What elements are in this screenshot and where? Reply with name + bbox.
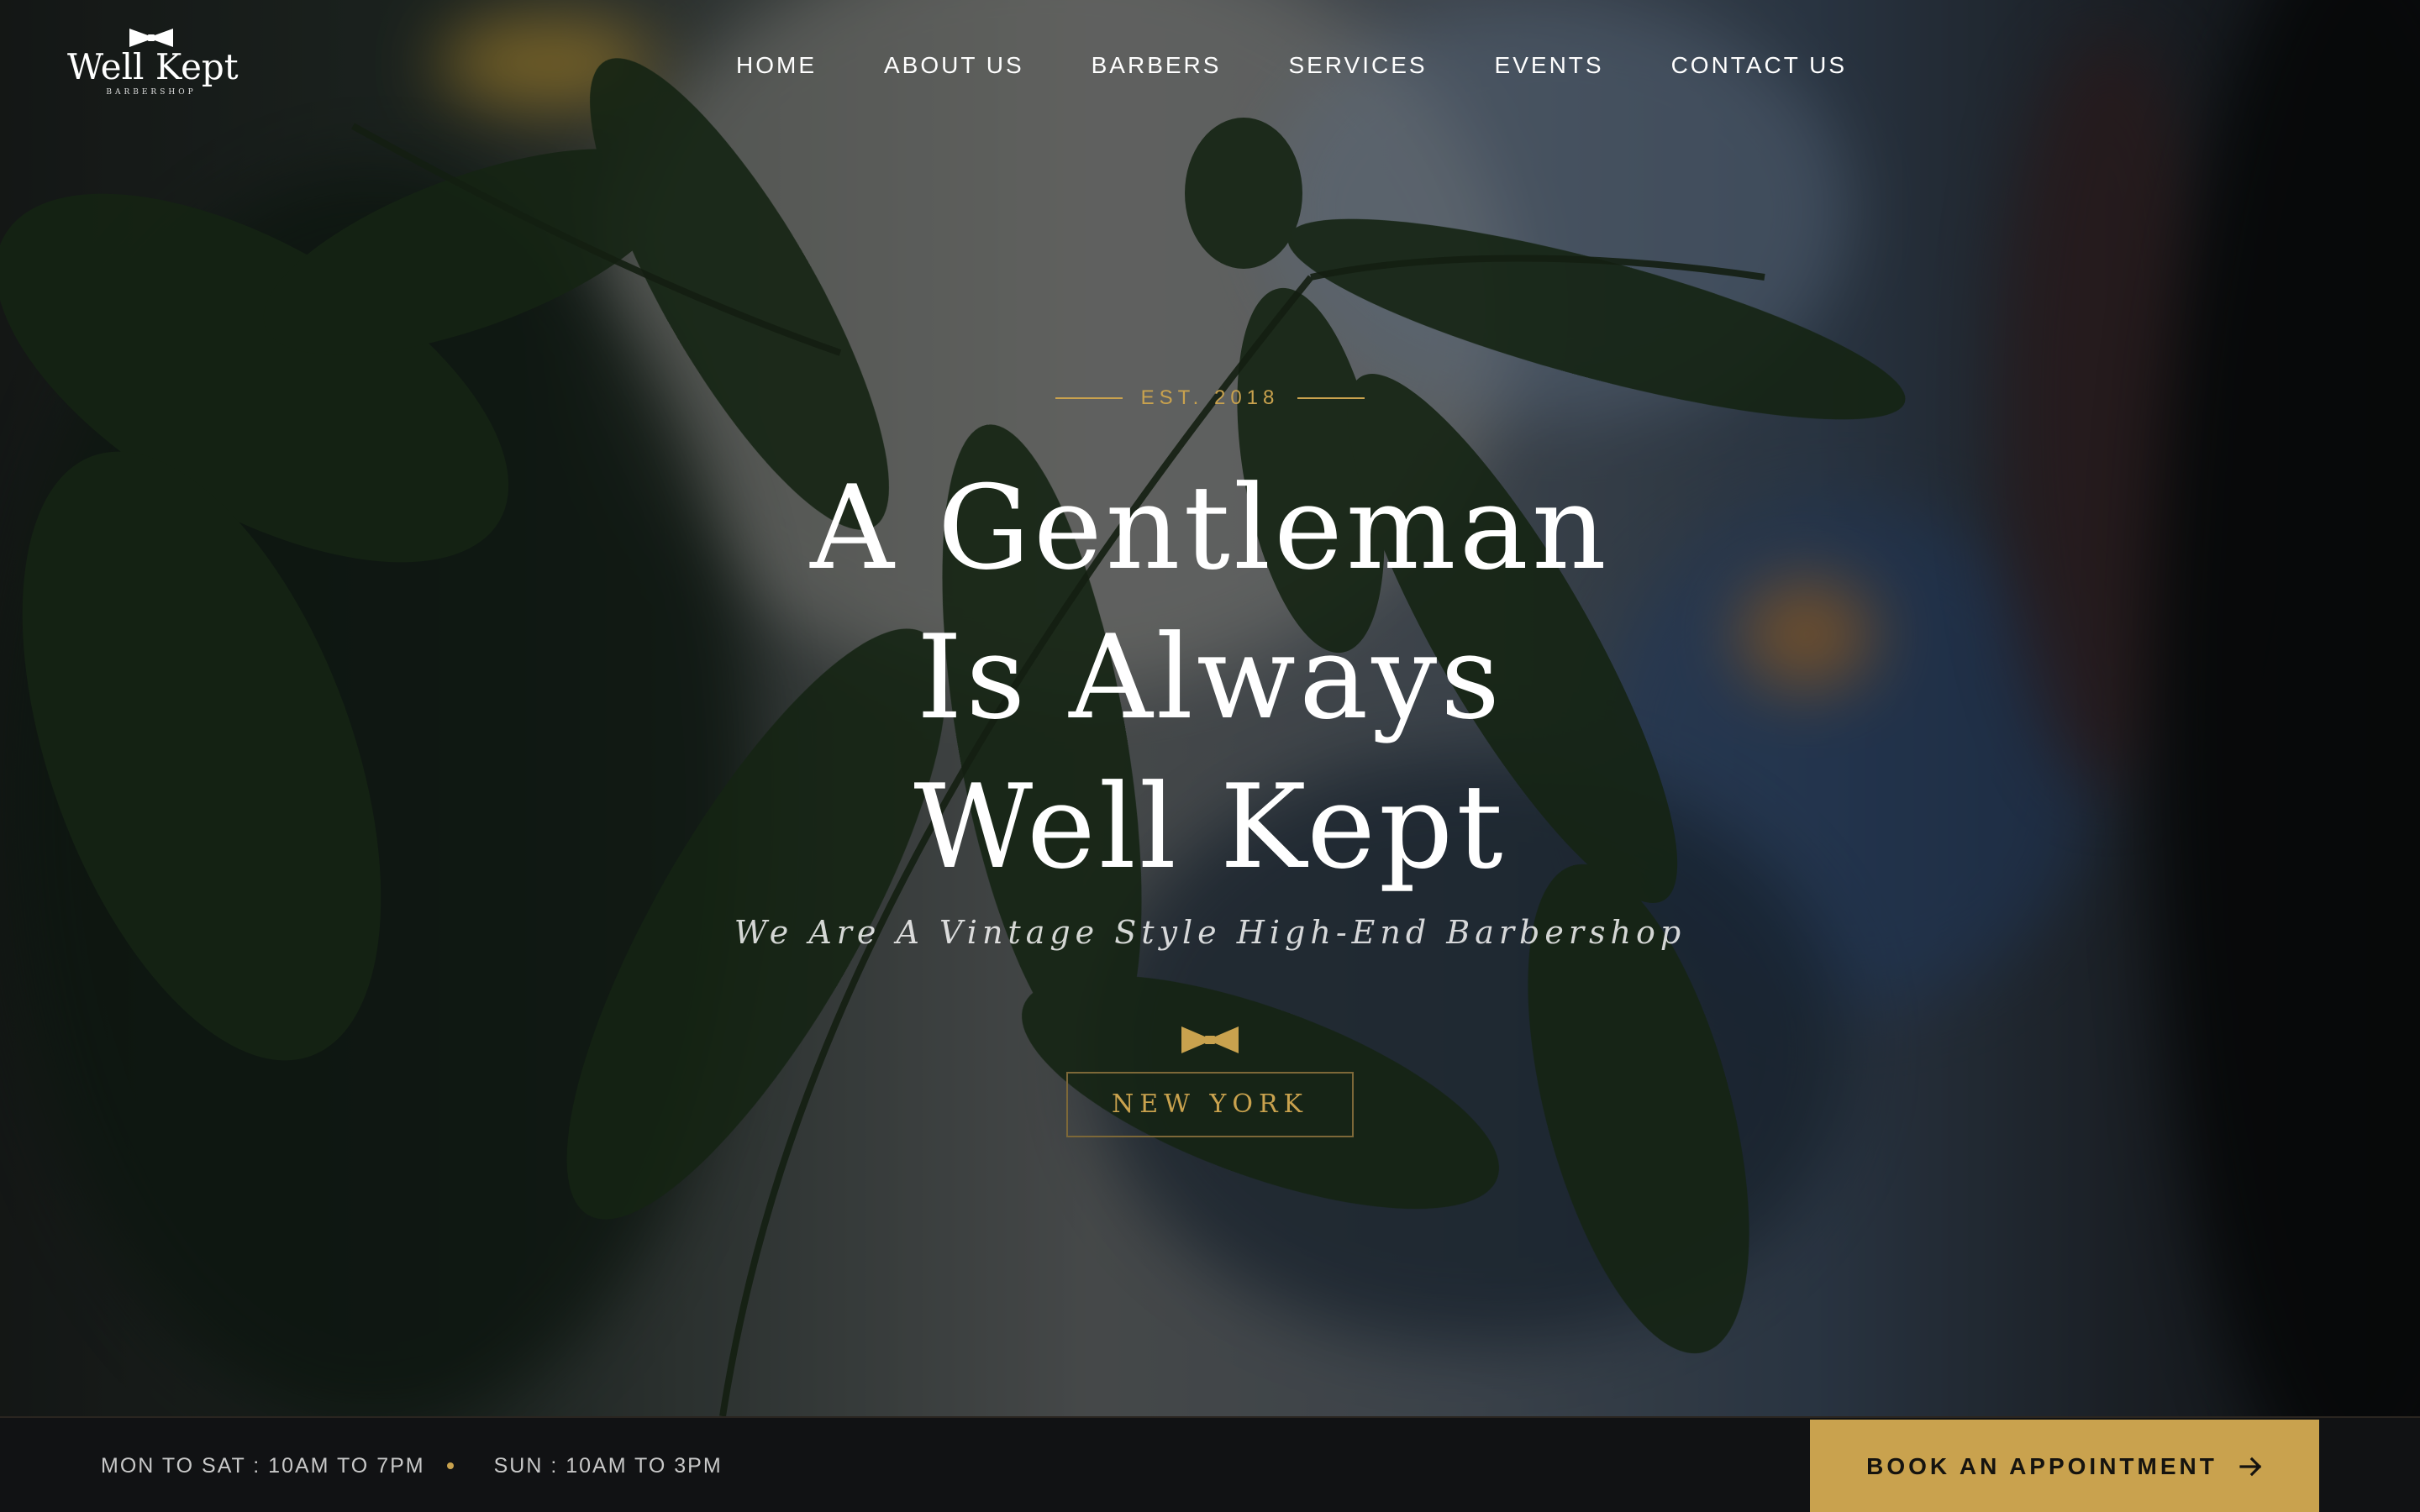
headline-line-3: Well Kept bbox=[913, 759, 1507, 895]
location-badge[interactable]: NEW YORK bbox=[1066, 1072, 1354, 1137]
divider-line-right bbox=[1297, 397, 1365, 399]
hours-weekdays: MON TO SAT : 10AM TO 7PM bbox=[101, 1453, 425, 1478]
book-appointment-button[interactable]: BOOK AN APPOINTMENT bbox=[1810, 1420, 2319, 1512]
book-appointment-label: BOOK AN APPOINTMENT bbox=[1866, 1453, 2217, 1479]
established-label: EST. 2018 bbox=[1140, 386, 1280, 409]
opening-hours: MON TO SAT : 10AM TO 7PM SUN : 10AM TO 3… bbox=[101, 1418, 723, 1512]
bottom-info-bar: MON TO SAT : 10AM TO 7PM SUN : 10AM TO 3… bbox=[0, 1416, 2420, 1512]
nav-item-contact-us[interactable]: CONTACT US bbox=[1671, 52, 1847, 79]
brand-name: Well Kept bbox=[67, 46, 239, 87]
hours-sunday: SUN : 10AM TO 3PM bbox=[493, 1453, 723, 1478]
nav-item-barbers[interactable]: BARBERS bbox=[1092, 52, 1222, 79]
nav-item-about-us[interactable]: ABOUT US bbox=[884, 52, 1024, 79]
arrow-right-icon bbox=[2239, 1457, 2262, 1477]
page: Well Kept BARBERSHOP HOME ABOUT US BARBE… bbox=[0, 0, 2420, 1512]
brand-logo[interactable]: Well Kept BARBERSHOP bbox=[67, 27, 239, 111]
brand-subtitle: BARBERSHOP bbox=[106, 88, 197, 97]
hero-headline: A Gentleman Is Always Well Kept bbox=[0, 454, 2420, 902]
separator-dot bbox=[446, 1462, 454, 1469]
nav-item-home[interactable]: HOME bbox=[736, 52, 817, 79]
hero-tagline: We Are A Vintage Style High-End Barbersh… bbox=[734, 914, 1686, 951]
nav-item-events[interactable]: EVENTS bbox=[1495, 52, 1604, 79]
nav-item-services[interactable]: SERVICES bbox=[1288, 52, 1427, 79]
headline-line-1: A Gentleman bbox=[810, 460, 1610, 596]
main-navigation: HOME ABOUT US BARBERS SERVICES EVENTS CO… bbox=[736, 52, 1847, 79]
headline-line-2: Is Always bbox=[916, 610, 1504, 745]
bow-tie-icon bbox=[1181, 1026, 1239, 1053]
established-label-row: EST. 2018 bbox=[0, 386, 2420, 410]
divider-line-left bbox=[1055, 397, 1123, 399]
